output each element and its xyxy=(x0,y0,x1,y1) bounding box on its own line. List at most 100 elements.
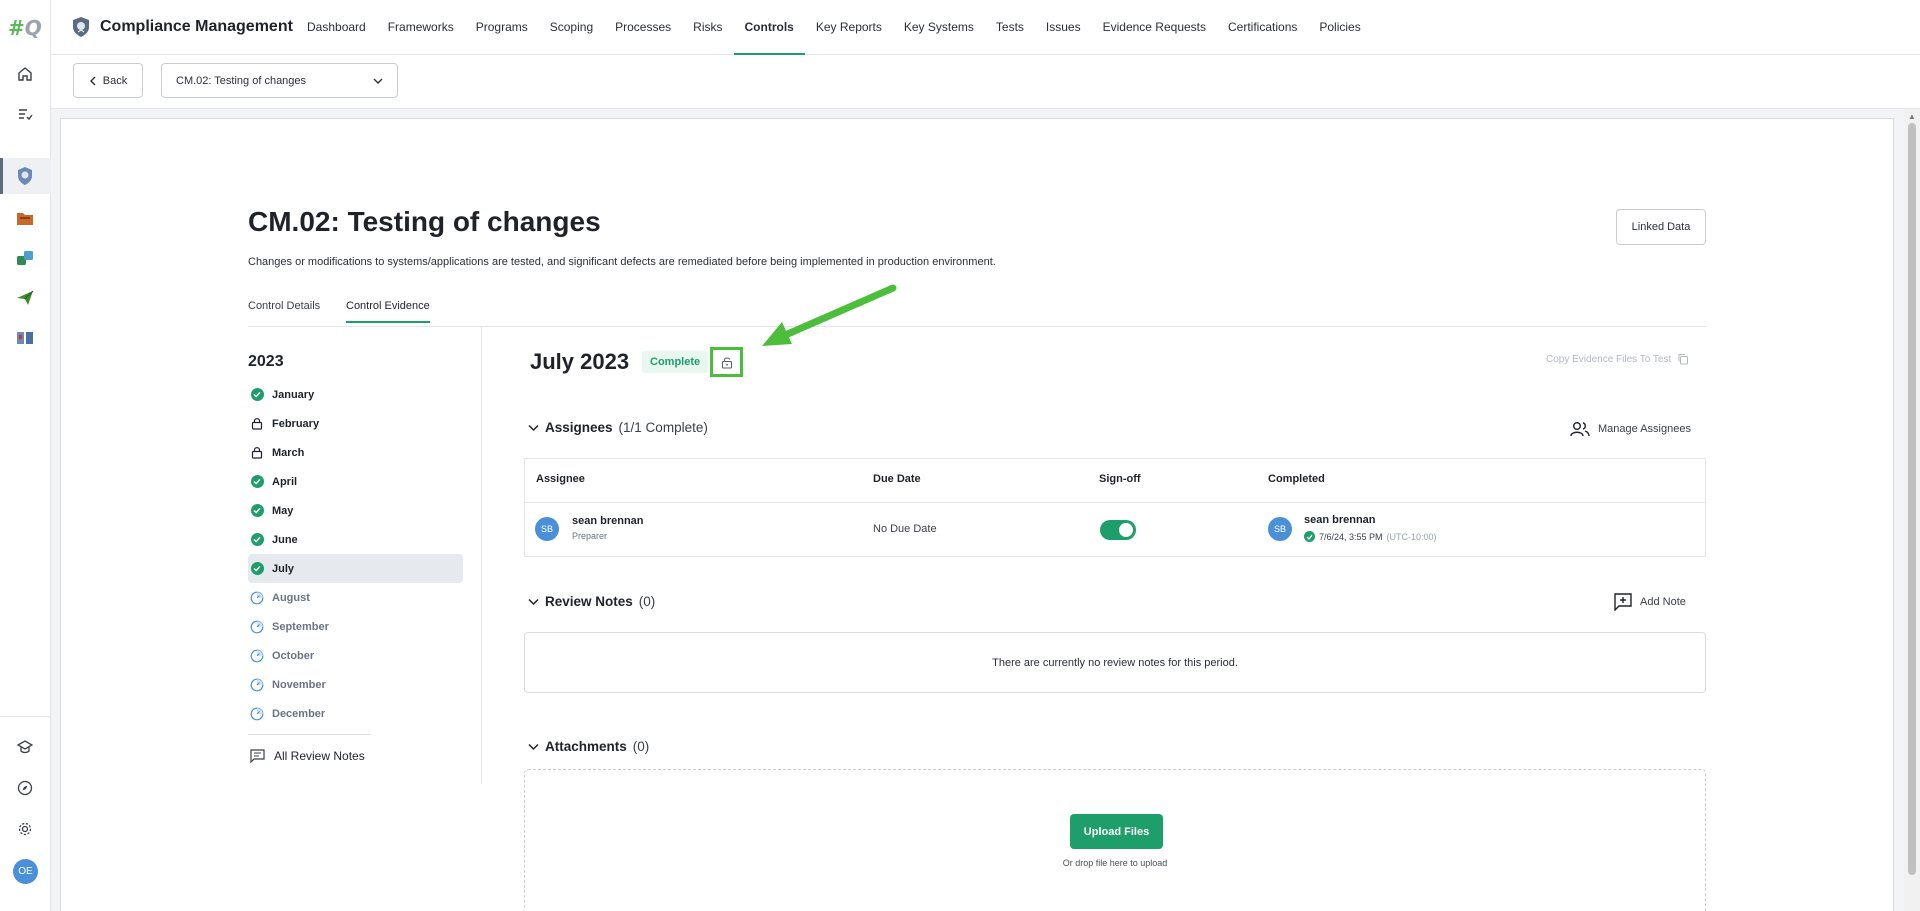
check-circle-icon xyxy=(250,562,264,575)
notes-list-icon xyxy=(250,749,265,763)
nav-risks[interactable]: Risks xyxy=(682,0,733,55)
user-avatar[interactable]: OE xyxy=(13,859,38,884)
period-item-label: June xyxy=(272,533,298,546)
users-icon xyxy=(1570,422,1590,437)
nav-scoping[interactable]: Scoping xyxy=(539,0,604,55)
scroll-up-arrow-icon[interactable]: ▲ xyxy=(1908,112,1916,121)
due-date-value: No Due Date xyxy=(873,523,937,535)
status-badge: Complete xyxy=(642,351,709,373)
check-circle-icon xyxy=(250,475,264,488)
back-label: Back xyxy=(102,74,128,87)
control-select-dropdown[interactable]: CM.02: Testing of changes xyxy=(161,63,398,98)
period-item-december[interactable]: December xyxy=(248,699,463,728)
period-item-march[interactable]: March xyxy=(248,438,463,467)
nav-frameworks[interactable]: Frameworks xyxy=(377,0,465,55)
unlock-icon xyxy=(721,356,732,369)
pending-clock-icon xyxy=(250,620,264,633)
sync-icon[interactable] xyxy=(11,244,39,272)
lock-icon xyxy=(251,447,263,459)
nav-controls[interactable]: Controls xyxy=(733,0,805,55)
period-item-september[interactable]: September xyxy=(248,612,463,641)
check-circle-icon xyxy=(250,504,264,517)
scroll-thumb[interactable] xyxy=(1908,123,1916,875)
period-item-july[interactable]: July xyxy=(248,554,463,583)
unlock-period-button[interactable] xyxy=(710,347,743,377)
column-header-assignee: Assignee xyxy=(536,473,585,485)
period-item-november[interactable]: November xyxy=(248,670,463,699)
linked-data-button[interactable]: Linked Data xyxy=(1616,209,1706,245)
period-item-february[interactable]: February xyxy=(248,409,463,438)
folder-icon[interactable] xyxy=(11,204,39,232)
nav-dashboard[interactable]: Dashboard xyxy=(296,0,377,55)
assignees-section-toggle[interactable]: Assignees (1/1 Complete) xyxy=(528,420,708,435)
period-item-june[interactable]: June xyxy=(248,525,463,554)
period-item-label: April xyxy=(272,475,298,488)
add-note-label: Add Note xyxy=(1640,596,1686,608)
completed-at: 7/6/24, 3:55 PM xyxy=(1319,531,1383,542)
nav-certifications[interactable]: Certifications xyxy=(1217,0,1308,55)
home-icon[interactable] xyxy=(11,60,39,88)
rail-divider xyxy=(0,716,51,717)
period-item-label: February xyxy=(272,417,320,430)
manage-assignees-button[interactable]: Manage Assignees xyxy=(1570,421,1691,437)
period-item-august[interactable]: August xyxy=(248,583,463,612)
assignees-count: (1/1 Complete) xyxy=(618,420,708,435)
tasks-icon[interactable] xyxy=(11,100,39,128)
period-item-label: May xyxy=(272,504,294,517)
nav-processes[interactable]: Processes xyxy=(604,0,682,55)
nav-policies[interactable]: Policies xyxy=(1308,0,1371,55)
period-item-label: July xyxy=(272,562,295,575)
nav-evidence-requests[interactable]: Evidence Requests xyxy=(1092,0,1217,55)
learning-cap-icon[interactable] xyxy=(11,733,39,761)
copy-evidence-files-link[interactable]: Copy Evidence Files To Test xyxy=(1546,353,1689,365)
period-item-may[interactable]: May xyxy=(248,496,463,525)
send-icon[interactable] xyxy=(11,284,39,312)
nav-key-systems[interactable]: Key Systems xyxy=(893,0,985,55)
all-review-notes-label: All Review Notes xyxy=(274,749,365,763)
nav-tests[interactable]: Tests xyxy=(985,0,1035,55)
assignee-avatar: SB xyxy=(535,517,559,541)
back-button[interactable]: Back xyxy=(73,63,143,98)
lock-icon xyxy=(251,418,263,430)
app-logo[interactable]: #Q xyxy=(8,16,42,40)
nav-issues[interactable]: Issues xyxy=(1035,0,1092,55)
review-notes-count: (0) xyxy=(638,594,656,609)
add-note-icon xyxy=(1614,593,1632,611)
compliance-shield-icon[interactable] xyxy=(11,162,39,190)
sub-header: Back CM.02: Testing of changes xyxy=(51,55,1920,109)
tab-control-evidence[interactable]: Control Evidence xyxy=(346,300,430,323)
review-notes-section-toggle[interactable]: Review Notes (0) xyxy=(528,594,655,609)
period-title: July 2023 xyxy=(530,349,630,374)
pending-clock-icon xyxy=(250,707,264,720)
attachments-count: (0) xyxy=(632,739,650,754)
add-note-button[interactable]: Add Note xyxy=(1614,593,1686,611)
control-tabs: Control Details Control Evidence xyxy=(248,296,1706,327)
assignees-table: Assignee Due Date Sign-off Completed SB … xyxy=(524,458,1706,557)
file-drop-zone[interactable]: Upload Files Or drop file here to upload xyxy=(524,769,1706,911)
completed-timezone: (UTC-10:00) xyxy=(1386,531,1437,542)
sign-off-toggle[interactable] xyxy=(1100,520,1136,540)
check-circle-icon xyxy=(250,533,264,546)
period-item-april[interactable]: April xyxy=(248,467,463,496)
upload-files-button[interactable]: Upload Files xyxy=(1070,814,1163,849)
attachments-section-toggle[interactable]: Attachments (0) xyxy=(528,739,649,754)
period-item-label: October xyxy=(272,649,315,662)
nav-key-reports[interactable]: Key Reports xyxy=(805,0,893,55)
completed-by-avatar: SB xyxy=(1268,517,1292,541)
period-item-october[interactable]: October xyxy=(248,641,463,670)
settings-gear-icon[interactable] xyxy=(11,815,39,843)
period-list: January February March April May June July Augu… xyxy=(248,380,463,728)
assignee-name: sean brennan xyxy=(572,515,644,527)
page-scrollbar[interactable]: ▲ xyxy=(1904,109,1920,911)
all-review-notes-link[interactable]: All Review Notes xyxy=(250,749,365,763)
column-header-completed: Completed xyxy=(1268,473,1325,485)
period-item-january[interactable]: January xyxy=(248,380,463,409)
top-navigation: Compliance Management Dashboard Framework… xyxy=(51,0,1920,55)
compass-icon[interactable] xyxy=(11,774,39,802)
left-rail: #Q OE xyxy=(0,0,51,911)
book-icon[interactable] xyxy=(11,324,39,352)
nav-programs[interactable]: Programs xyxy=(465,0,539,55)
tab-control-details[interactable]: Control Details xyxy=(248,300,320,321)
panel-divider xyxy=(481,327,482,784)
check-circle-icon xyxy=(1304,531,1315,542)
